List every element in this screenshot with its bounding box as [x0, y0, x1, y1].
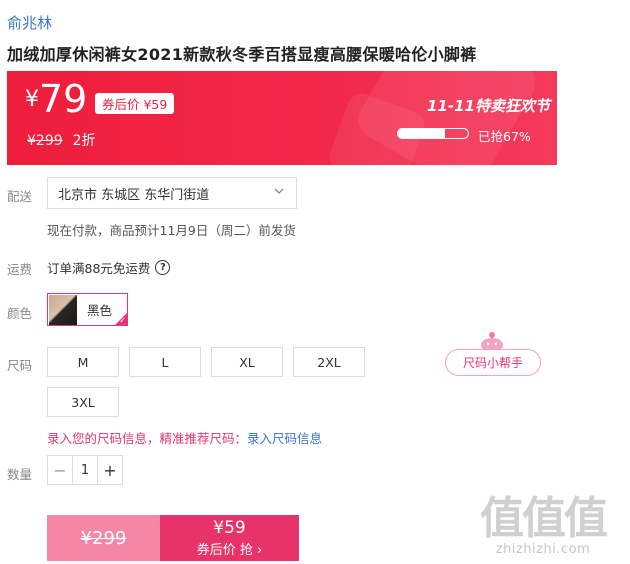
delivery-label: 配送 — [7, 189, 33, 204]
shipping-info: 订单满88元免运费 ? — [47, 258, 171, 277]
size-option-l[interactable]: L — [129, 347, 201, 377]
address-value: 北京市 东城区 东华门街道 — [58, 187, 210, 203]
site-watermark: 值值值 zhizhizhi.com — [480, 482, 608, 557]
color-swatch-image — [49, 294, 77, 325]
coupon-buy-price: ¥59 — [213, 518, 246, 538]
size-option-m[interactable]: M — [47, 347, 119, 377]
color-option-black[interactable]: 黑色 ✓ — [47, 293, 128, 326]
mascot-icon — [481, 332, 503, 351]
quantity-label: 数量 — [7, 467, 33, 482]
watermark-url: zhizhizhi.com — [495, 542, 591, 557]
increment-button[interactable]: + — [98, 456, 122, 484]
shop-name-link[interactable]: 俞兆林 — [7, 12, 52, 33]
current-price: ¥79 — [25, 77, 87, 121]
decrement-button[interactable]: − — [48, 456, 72, 484]
size-helper-button[interactable]: 尺码小帮手 — [445, 349, 541, 376]
size-label: 尺码 — [7, 358, 33, 373]
original-price: ¥299 — [27, 133, 63, 149]
shipping-label: 运费 — [7, 262, 33, 277]
price-value: 79 — [39, 77, 88, 121]
coupon-price-tag: 券后价 ¥59 — [95, 93, 175, 114]
chevron-down-icon — [274, 186, 284, 199]
quantity-value[interactable]: 1 — [72, 456, 98, 484]
size-info-link[interactable]: 录入尺码信息 — [247, 431, 322, 446]
color-option-label: 黑色 — [87, 303, 113, 318]
discount-label: 2折 — [72, 133, 96, 149]
quantity-stepper: − 1 + — [47, 455, 123, 485]
original-price-button[interactable]: ¥299 — [47, 515, 160, 561]
sold-progress-bar — [397, 128, 469, 139]
shipping-text: 订单满88元免运费 — [47, 261, 151, 276]
size-option-xl[interactable]: XL — [211, 347, 283, 377]
size-info-text: 录入您的尺码信息，精准推荐尺码： — [47, 431, 248, 446]
sold-percentage: 已抢67% — [478, 129, 531, 144]
product-title: 加绒加厚休闲裤女2021新款秋冬季百搭显瘦高腰保暖哈伦小脚裤 — [7, 45, 477, 64]
size-info-row: 录入您的尺码信息，精准推荐尺码：录入尺码信息 — [47, 428, 322, 447]
size-option-3xl[interactable]: 3XL — [47, 387, 119, 417]
festival-title: 11-11特卖狂欢节 — [427, 97, 550, 115]
size-option-2xl[interactable]: 2XL — [293, 347, 365, 377]
price-banner: ¥79 券后价 ¥59 ¥299 2折 11-11特卖狂欢节 已抢67% — [7, 71, 557, 165]
watermark-logo: 值值值 — [480, 493, 608, 544]
question-icon[interactable]: ? — [155, 260, 171, 275]
original-price-row: ¥299 2折 — [27, 130, 96, 150]
original-price-label: ¥299 — [80, 527, 127, 549]
color-label: 颜色 — [7, 306, 33, 321]
delivery-estimate: 现在付款，商品预计11月9日（周二）前发货 — [47, 223, 296, 238]
currency-symbol: ¥ — [25, 87, 39, 112]
coupon-buy-button[interactable]: ¥59 券后价 抢 › — [160, 515, 299, 561]
address-select[interactable]: 北京市 东城区 东华门街道 — [47, 177, 297, 209]
check-icon: ✓ — [119, 316, 126, 325]
sold-progress-fill — [398, 129, 445, 138]
coupon-buy-label: 券后价 抢 › — [196, 543, 263, 558]
